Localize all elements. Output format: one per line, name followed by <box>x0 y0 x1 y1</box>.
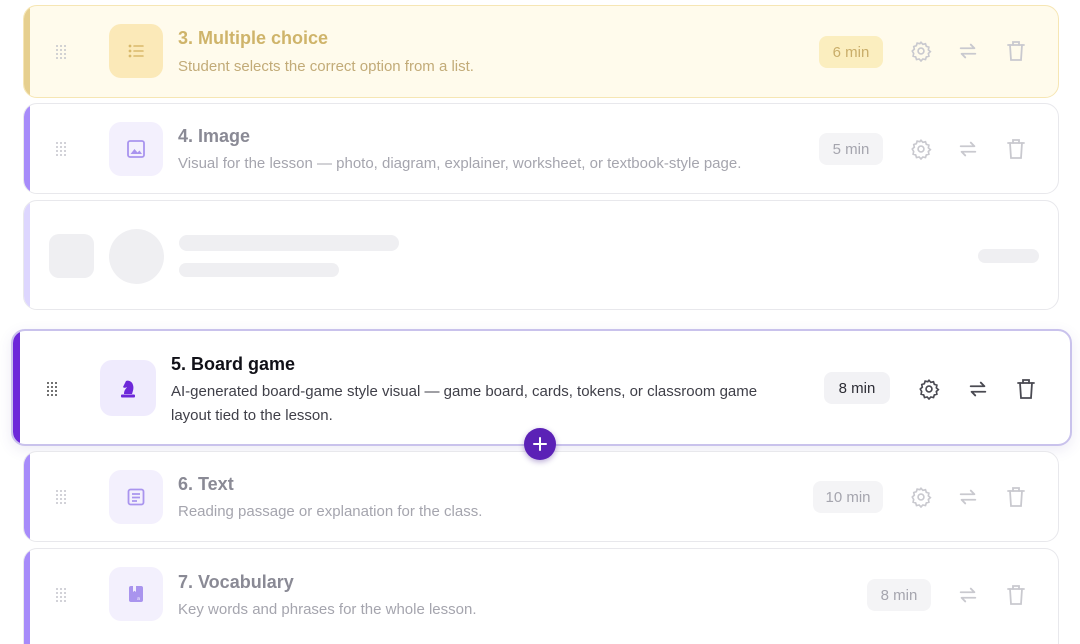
card-accent-bar <box>24 201 30 309</box>
list-icon <box>109 24 163 78</box>
card-accent-bar <box>24 549 30 644</box>
trash-icon[interactable] <box>1004 583 1028 607</box>
loading-placeholder-card <box>23 200 1059 310</box>
skeleton-badge <box>978 249 1039 263</box>
card-accent-bar <box>24 452 30 541</box>
drag-handle-icon[interactable] <box>56 490 66 504</box>
vocabulary-book-icon: a <box>109 567 163 621</box>
activity-card-vocabulary[interactable]: a 7. Vocabulary Key words and phrases fo… <box>23 548 1059 644</box>
activity-card-text[interactable]: 6. Text Reading passage or explanation f… <box>23 451 1059 542</box>
gear-icon[interactable] <box>909 485 933 509</box>
activity-title: 5. Board game <box>171 354 296 374</box>
trash-icon[interactable] <box>1004 485 1028 509</box>
drag-handle-icon[interactable] <box>47 382 57 396</box>
drag-handle-icon[interactable] <box>56 45 66 59</box>
swap-arrows-icon[interactable] <box>956 39 980 63</box>
card-accent-bar <box>24 104 30 193</box>
card-accent-bar <box>24 6 30 97</box>
activity-title: 6. Text <box>178 474 234 494</box>
activity-description-line-1: AI-generated board-game style visual — g… <box>171 383 758 400</box>
swap-arrows-icon[interactable] <box>966 377 990 401</box>
document-icon <box>109 470 163 524</box>
skeleton-description <box>179 263 339 277</box>
chess-knight-icon <box>100 360 156 416</box>
activity-description: Visual for the lesson — photo, diagram, … <box>178 155 742 172</box>
gear-icon[interactable] <box>909 137 933 161</box>
activity-card-multiple-choice[interactable]: 3. Multiple choice Student selects the c… <box>23 5 1059 98</box>
gear-icon[interactable] <box>909 39 933 63</box>
plus-icon <box>533 437 547 451</box>
image-icon <box>109 122 163 176</box>
swap-arrows-icon[interactable] <box>956 583 980 607</box>
swap-arrows-icon[interactable] <box>956 137 980 161</box>
duration-badge: 8 min <box>867 579 931 611</box>
activity-description: Student selects the correct option from … <box>178 58 474 75</box>
trash-icon[interactable] <box>1004 137 1028 161</box>
activity-title: 7. Vocabulary <box>178 572 294 592</box>
skeleton-title <box>179 235 399 251</box>
trash-icon[interactable] <box>1014 377 1038 401</box>
activity-description-line-2: layout tied to the lesson. <box>171 407 333 424</box>
activity-card-image[interactable]: 4. Image Visual for the lesson — photo, … <box>23 103 1059 194</box>
skeleton-handle <box>49 234 94 278</box>
duration-badge: 8 min <box>824 372 890 404</box>
drag-handle-icon[interactable] <box>56 142 66 156</box>
gear-icon[interactable] <box>917 377 941 401</box>
add-activity-button[interactable] <box>524 428 556 460</box>
duration-badge: 6 min <box>819 36 883 68</box>
trash-icon[interactable] <box>1004 39 1028 63</box>
activity-title: 4. Image <box>178 126 251 146</box>
skeleton-icon <box>109 229 164 284</box>
swap-arrows-icon[interactable] <box>956 485 980 509</box>
drag-handle-icon[interactable] <box>56 588 66 602</box>
activity-description: Reading passage or explanation for the c… <box>178 503 483 520</box>
svg-text:a: a <box>137 596 140 602</box>
activity-description: Key words and phrases for the whole less… <box>178 601 477 618</box>
card-accent-bar <box>13 331 20 444</box>
duration-badge: 5 min <box>819 133 883 165</box>
activity-title: 3. Multiple choice <box>178 28 329 48</box>
duration-badge: 10 min <box>813 481 883 513</box>
